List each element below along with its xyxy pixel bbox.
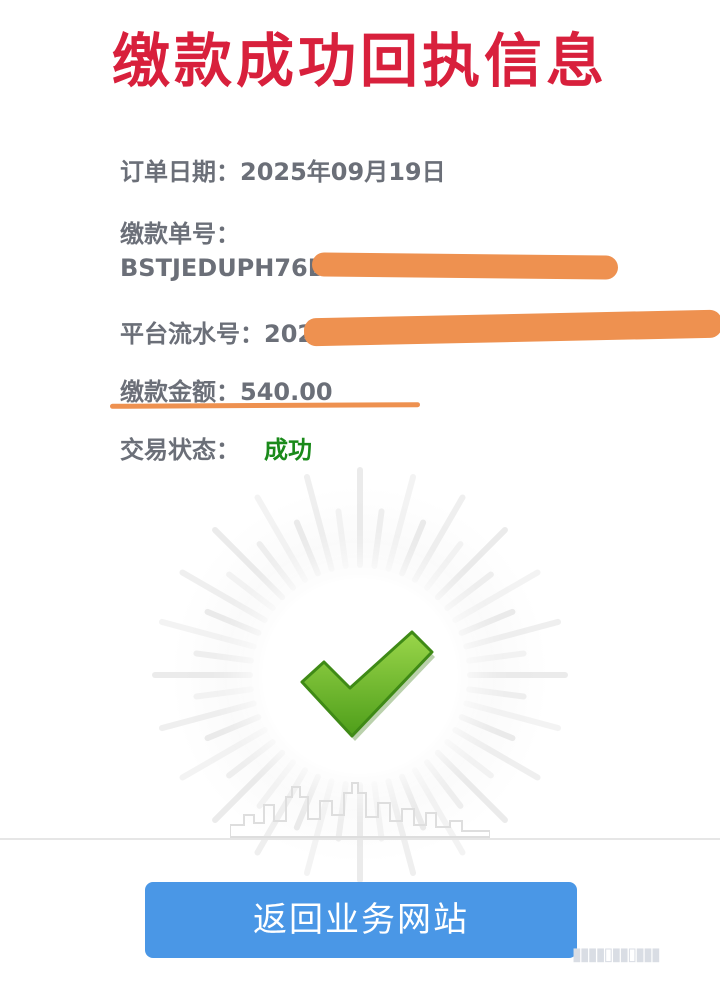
return-to-business-site-button[interactable]: 返回业务网站: [145, 882, 577, 958]
ray: [466, 650, 527, 664]
amount-label: 缴款金额：: [120, 378, 240, 406]
ray: [452, 569, 541, 623]
payment-no-label: 缴款单号：: [120, 220, 240, 248]
order-date-label: 订单日期：: [120, 158, 240, 186]
redaction-mark: [311, 252, 619, 280]
payment-no-value: BSTJEDUPH76D: [120, 254, 328, 282]
watermark: ▮▮▮▮▯▮▮▯▮▮▮: [572, 944, 661, 965]
ray: [179, 569, 268, 623]
ray: [412, 494, 466, 583]
divider: [0, 838, 720, 840]
ray: [371, 508, 385, 569]
ray: [179, 727, 268, 781]
ray: [452, 727, 541, 781]
ray: [193, 650, 254, 664]
ray: [254, 494, 308, 583]
redaction-mark: [303, 309, 720, 347]
amount-underline-mark: [109, 402, 421, 409]
check-icon: [300, 630, 435, 741]
skyline-icon: [230, 782, 490, 838]
order-date-row: 订单日期：2025年09月19日: [120, 152, 446, 187]
ray: [193, 686, 254, 700]
ray: [466, 686, 527, 700]
order-date-value: 2025年09月19日: [240, 158, 446, 186]
ray: [335, 508, 349, 569]
success-badge: [262, 578, 458, 774]
amount-row: 缴款金额：540.00: [120, 372, 333, 407]
platform-serial-row: 平台流水号：202: [120, 314, 314, 349]
platform-serial-label: 平台流水号：: [120, 320, 264, 348]
page-title: 缴款成功回执信息: [111, 27, 608, 95]
